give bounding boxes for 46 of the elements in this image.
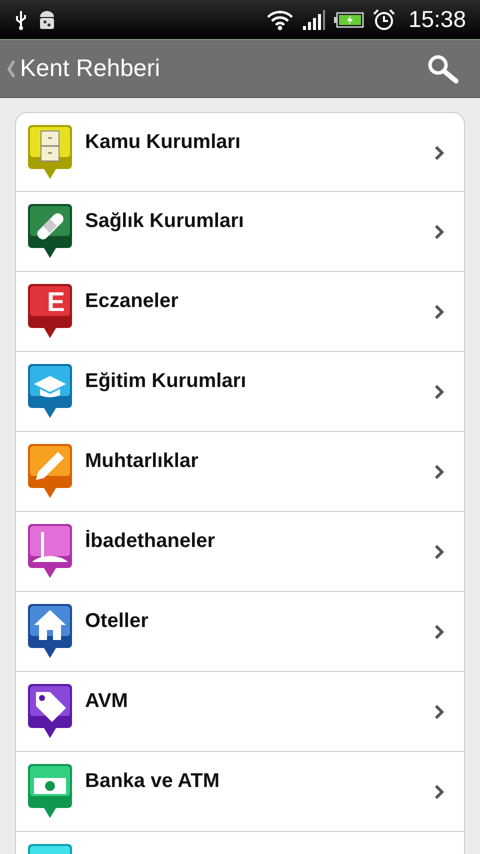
item-label: Muhtarlıklar [85, 449, 200, 473]
item-label: Eğitim Kurumları [85, 369, 248, 393]
house-marker-icon [28, 604, 72, 660]
battery-charging-icon [334, 10, 364, 28]
money-marker-icon [28, 764, 72, 820]
pencil-marker-icon [28, 444, 72, 500]
list-item[interactable]: Eğitim Kurumları [16, 352, 464, 432]
chevron-icon [434, 384, 444, 400]
letter-glyph: E [46, 287, 66, 318]
cabinet-marker-icon [28, 125, 72, 181]
mosque-marker-icon [28, 524, 72, 580]
search-icon[interactable] [426, 54, 460, 84]
chevron-icon [434, 704, 444, 720]
chevron-icon [434, 224, 444, 240]
bandage-marker-icon [28, 204, 72, 260]
item-label: Oteller [85, 609, 150, 633]
back-icon[interactable] [6, 58, 16, 78]
list-item[interactable]: Muhtarlıklar [16, 432, 464, 512]
tag-marker-icon [28, 684, 72, 740]
chevron-icon [434, 464, 444, 480]
list-item[interactable]: AVM [16, 672, 464, 752]
usb-icon [14, 8, 28, 30]
item-label: Eczaneler [85, 289, 180, 313]
chevron-icon [434, 544, 444, 560]
item-label: AVM [85, 689, 129, 713]
app-title: Kent Rehberi [20, 54, 160, 82]
chevron-icon [434, 784, 444, 800]
list-item[interactable]: E Eczaneler [16, 272, 464, 352]
chevron-icon [434, 145, 444, 161]
chevron-icon [434, 624, 444, 640]
list-item[interactable]: Sağlık Kurumları [16, 192, 464, 272]
status-time: 15:38 [408, 6, 466, 33]
item-label: Banka ve ATM [85, 769, 220, 793]
chevron-icon [434, 304, 444, 320]
list-item[interactable]: Banka ve ATM [16, 752, 464, 832]
cap-marker-icon [28, 364, 72, 420]
wifi-icon [266, 8, 294, 30]
letter-marker-icon [28, 284, 72, 340]
signal-icon [302, 8, 326, 30]
item-label: Kamu Kurumları [85, 130, 242, 154]
list-item[interactable]: İbadethaneler [16, 512, 464, 592]
item-label: Sağlık Kurumları [85, 209, 245, 233]
alarm-icon [372, 8, 396, 32]
list-item[interactable]: Oteller [16, 592, 464, 672]
list-item[interactable]: Kamu Kurumları [16, 113, 464, 192]
item-label: İbadethaneler [85, 528, 216, 553]
